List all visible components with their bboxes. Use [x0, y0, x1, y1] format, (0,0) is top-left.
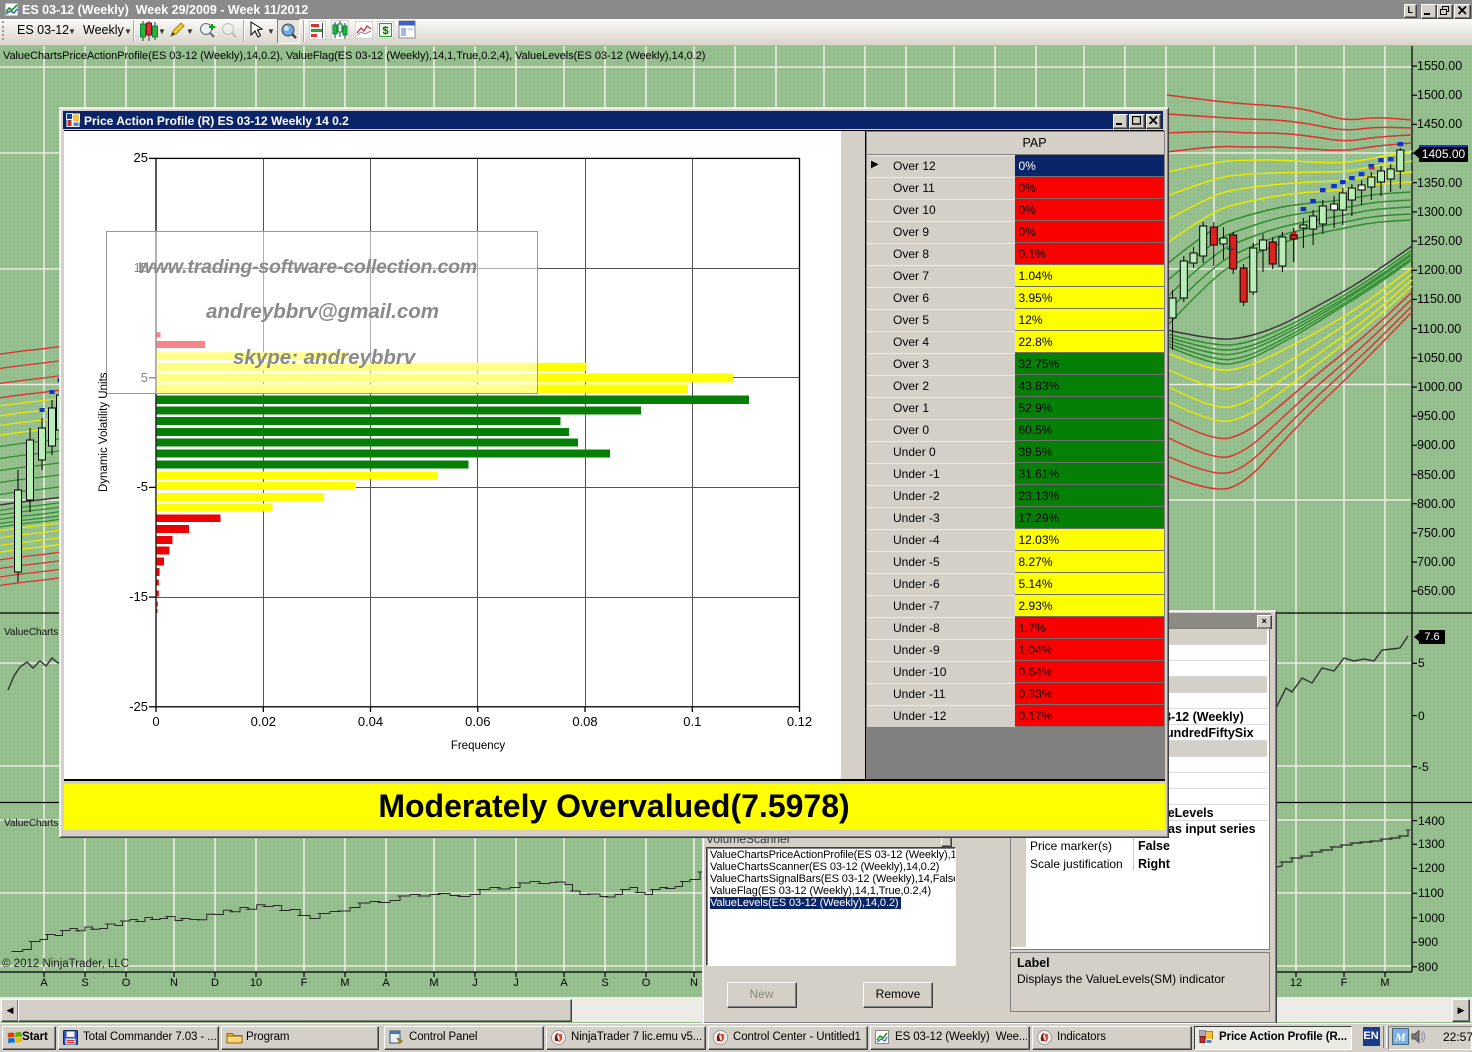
- svg-text:M: M: [1394, 1030, 1406, 1044]
- svg-text:$: $: [382, 25, 388, 37]
